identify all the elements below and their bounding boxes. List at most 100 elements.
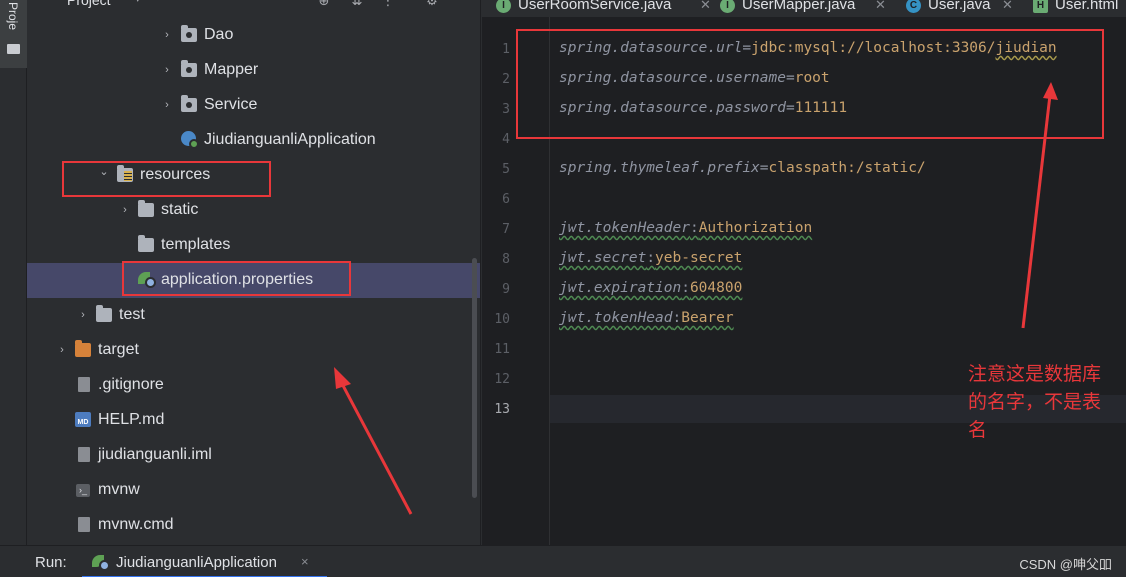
excluded-folder-icon — [75, 340, 91, 357]
code-line-9[interactable]: jwt.expiration:604800 — [559, 280, 742, 296]
tab-label: UserRoomService.java — [518, 0, 672, 13]
line-number: 9 — [502, 282, 510, 297]
spring-boot-run-icon — [92, 555, 110, 571]
code-line-7[interactable]: jwt.tokenHeader:Authorization — [559, 220, 812, 236]
tree-item-gitignore[interactable]: .gitignore — [27, 368, 480, 403]
collapse-all-icon[interactable]: ⇊ — [350, 0, 364, 8]
gear-icon[interactable]: ⚙ — [425, 0, 439, 8]
tree-item-mvnw-cmd[interactable]: mvnw.cmd — [27, 508, 480, 543]
tab-label: User.java — [928, 0, 991, 13]
property-value: 604800 — [689, 280, 743, 296]
line-number: 12 — [494, 372, 510, 387]
terminal-icon: ›_ — [76, 484, 90, 497]
tab-user-mapper[interactable]: I UserMapper.java ✕ — [720, 0, 890, 17]
annotation-note-line: 名 — [968, 419, 988, 441]
package-icon — [181, 60, 197, 77]
chevron-right-icon[interactable]: › — [161, 28, 173, 42]
tree-item-help-md[interactable]: MD HELP.md — [27, 403, 480, 438]
property-key: jwt.expiration — [559, 280, 682, 296]
close-icon[interactable]: ✕ — [1002, 0, 1013, 13]
close-icon[interactable]: ✕ — [875, 0, 886, 13]
line-number: 6 — [502, 192, 510, 207]
tree-item-label: HELP.md — [98, 411, 165, 428]
project-panel-header: Project ▾ ⊕ ⇊ ⋮ ⚙ — [27, 0, 480, 16]
tree-item-label: target — [98, 341, 139, 358]
chevron-right-icon[interactable]: › — [77, 308, 89, 322]
tree-item-application-class[interactable]: JiudianguanliApplication — [27, 123, 480, 158]
tree-item-dao[interactable]: › Dao — [27, 18, 480, 53]
tree-item-test[interactable]: › test — [27, 298, 480, 333]
separator: = — [759, 160, 769, 176]
property-value: classpath:/static/ — [768, 160, 926, 176]
class-icon: C — [906, 0, 921, 13]
line-number: 2 — [502, 72, 510, 87]
line-number: 1 — [502, 42, 510, 57]
tab-label: UserMapper.java — [742, 0, 856, 13]
folder-icon — [138, 235, 154, 252]
tree-item-label: templates — [161, 236, 231, 253]
project-tool-button[interactable]: Proje — [0, 0, 27, 68]
interface-icon: I — [496, 0, 511, 13]
interface-icon: I — [720, 0, 735, 13]
package-icon — [181, 95, 197, 112]
html-icon: H — [1033, 0, 1048, 13]
tab-label: User.html — [1055, 0, 1119, 13]
separator: : — [646, 250, 656, 266]
close-icon[interactable]: × — [301, 554, 309, 569]
line-number: 5 — [502, 162, 510, 177]
folder-icon — [96, 305, 112, 322]
tree-item-templates[interactable]: templates — [27, 228, 480, 263]
line-number: 7 — [502, 222, 510, 237]
chevron-right-icon[interactable]: › — [56, 343, 68, 357]
chevron-right-icon[interactable]: › — [161, 98, 173, 112]
highlight-box-application-properties — [122, 261, 351, 296]
tree-item-target[interactable]: › target — [27, 333, 480, 368]
tree-item-iml[interactable]: jiudianguanli.iml — [27, 438, 480, 473]
highlight-box-resources — [62, 161, 271, 197]
tree-item-label: Service — [204, 96, 258, 113]
markdown-icon: MD — [75, 412, 91, 427]
run-tab-label: JiudianguanliApplication — [116, 554, 277, 571]
file-icon — [78, 517, 90, 532]
line-number: 10 — [494, 312, 510, 327]
highlight-box-datasource — [516, 29, 1104, 139]
annotation-note-line: 注意这是数据库 — [968, 363, 1102, 385]
tree-item-mvnw[interactable]: ›_ mvnw — [27, 473, 480, 508]
line-number: 8 — [502, 252, 510, 267]
chevron-right-icon[interactable]: › — [161, 63, 173, 77]
property-value: Bearer — [681, 310, 734, 326]
annotation-note-line: 的名字，不是表 — [968, 391, 1102, 413]
folder-icon — [7, 44, 20, 54]
tab-user-html[interactable]: H User.html — [1033, 0, 1126, 17]
separator: : — [689, 220, 699, 236]
close-icon[interactable]: ✕ — [700, 0, 711, 13]
crosshair-icon[interactable]: ⊕ — [317, 0, 331, 8]
code-line-10[interactable]: jwt.tokenHead:Bearer — [559, 310, 734, 326]
project-tool-label: Proje — [6, 2, 20, 31]
tree-item-label: jiudianguanli.iml — [98, 446, 212, 463]
tab-user-room-service[interactable]: I UserRoomService.java ✕ — [496, 0, 716, 17]
tree-item-label: Mapper — [204, 61, 259, 78]
tree-item-static[interactable]: › static — [27, 193, 480, 228]
line-number: 13 — [494, 402, 510, 417]
folder-icon — [138, 200, 154, 217]
tab-user-java[interactable]: C User.java ✕ — [906, 0, 1036, 17]
code-line-5[interactable]: spring.thymeleaf.prefix=classpath:/stati… — [559, 160, 926, 176]
chevron-down-icon[interactable]: ▾ — [135, 0, 141, 5]
property-key: spring.thymeleaf.prefix — [559, 160, 760, 176]
property-key: jwt.tokenHeader — [559, 220, 690, 236]
watermark: CSDN @呻父吅 — [1019, 557, 1112, 572]
tree-item-label: test — [119, 306, 145, 323]
tree-item-label: JiudianguanliApplication — [204, 131, 376, 148]
more-icon[interactable]: ⋮ — [381, 0, 395, 8]
file-icon — [78, 377, 90, 392]
spring-boot-class-icon — [181, 131, 199, 149]
tree-item-label: mvnw.cmd — [98, 516, 174, 533]
run-tab-application[interactable]: JiudianguanliApplication × — [82, 546, 327, 577]
code-line-8[interactable]: jwt.secret:yeb-secret — [559, 250, 742, 266]
tree-item-mapper[interactable]: › Mapper — [27, 53, 480, 88]
tree-item-service[interactable]: › Service — [27, 88, 480, 123]
chevron-right-icon[interactable]: › — [119, 203, 131, 217]
project-panel-title[interactable]: Project — [67, 0, 111, 8]
project-scrollbar[interactable] — [472, 258, 477, 498]
